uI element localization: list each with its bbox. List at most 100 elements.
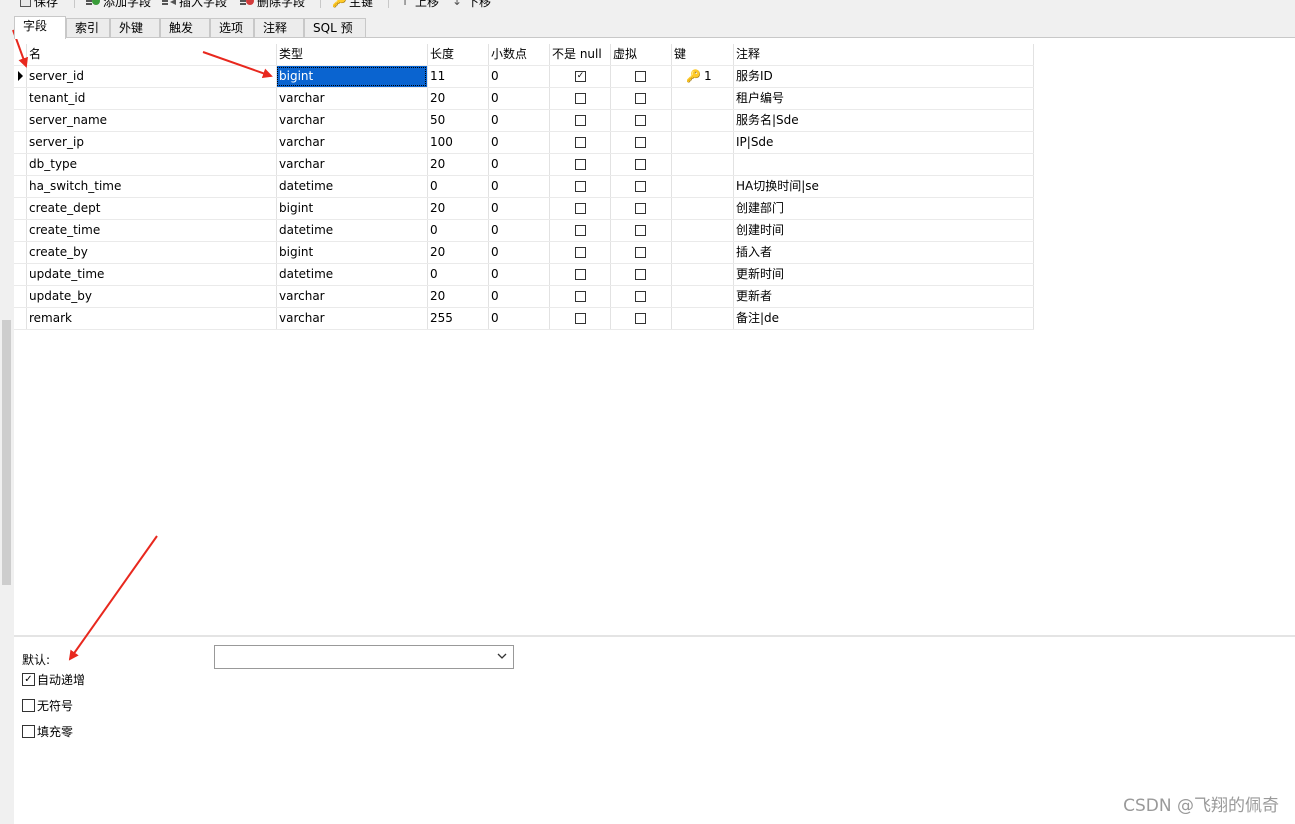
virtual-checkbox[interactable] (635, 291, 646, 302)
field-not-null-cell[interactable] (549, 88, 610, 109)
field-virtual-cell[interactable] (610, 198, 671, 219)
field-length-cell[interactable]: 0 (427, 176, 488, 197)
field-length-cell[interactable]: 20 (427, 88, 488, 109)
field-comment-cell[interactable]: 更新时间 (733, 264, 1034, 285)
field-length-cell[interactable]: 100 (427, 132, 488, 153)
field-virtual-cell[interactable] (610, 286, 671, 307)
field-decimals-cell[interactable]: 0 (488, 154, 549, 175)
field-type-cell[interactable]: datetime (276, 220, 427, 241)
virtual-checkbox[interactable] (635, 313, 646, 324)
tab-sql-preview[interactable]: SQL 预览 (304, 18, 366, 54)
field-not-null-cell[interactable] (549, 198, 610, 219)
field-key-cell[interactable]: 🔑 1 (671, 66, 733, 87)
panel-splitter[interactable] (14, 635, 1295, 637)
table-row[interactable]: db_type varchar 20 0 (14, 154, 1034, 176)
field-name-cell[interactable]: server_name (26, 110, 276, 131)
field-length-cell[interactable]: 20 (427, 286, 488, 307)
primary-key-button[interactable]: 🔑 主键 (332, 0, 373, 10)
field-length-cell[interactable]: 20 (427, 154, 488, 175)
field-type-cell[interactable]: datetime (276, 176, 427, 197)
field-name-cell[interactable]: remark (26, 308, 276, 329)
field-comment-cell[interactable]: HA切换时间|se (733, 176, 1034, 197)
not-null-checkbox[interactable] (575, 137, 586, 148)
column-header-type[interactable]: 类型 (276, 44, 427, 65)
field-decimals-cell[interactable]: 0 (488, 132, 549, 153)
field-decimals-cell[interactable]: 0 (488, 198, 549, 219)
column-header-name[interactable]: 名 (26, 44, 276, 65)
field-length-cell[interactable]: 0 (427, 220, 488, 241)
field-name-cell[interactable]: create_by (26, 242, 276, 263)
not-null-checkbox[interactable] (575, 181, 586, 192)
field-key-cell[interactable] (671, 308, 733, 329)
field-comment-cell[interactable]: 插入者 (733, 242, 1034, 263)
field-not-null-cell[interactable] (549, 264, 610, 285)
not-null-checkbox[interactable] (575, 93, 586, 104)
move-up-button[interactable]: ↑ 上移 (400, 0, 439, 10)
field-not-null-cell[interactable] (549, 110, 610, 131)
column-header-not-null[interactable]: 不是 null (549, 44, 610, 65)
field-not-null-cell[interactable]: ✓ (549, 66, 610, 87)
virtual-checkbox[interactable] (635, 269, 646, 280)
add-field-button[interactable]: 添加字段 (86, 0, 151, 10)
tab-fields[interactable]: 字段 (14, 16, 66, 39)
field-decimals-cell[interactable]: 0 (488, 242, 549, 263)
field-key-cell[interactable] (671, 242, 733, 263)
move-down-button[interactable]: ↓ 下移 (452, 0, 491, 10)
field-key-cell[interactable] (671, 132, 733, 153)
auto-increment-checkbox[interactable]: ✓ 自动递增 (22, 671, 85, 687)
field-comment-cell[interactable]: 备注|de (733, 308, 1034, 329)
field-name-cell[interactable]: create_dept (26, 198, 276, 219)
delete-field-button[interactable]: 删除字段 (240, 0, 305, 10)
field-virtual-cell[interactable] (610, 66, 671, 87)
scrollbar-thumb[interactable] (2, 320, 11, 585)
field-decimals-cell[interactable]: 0 (488, 66, 549, 87)
table-row[interactable]: remark varchar 255 0 备注|de (14, 308, 1034, 330)
field-key-cell[interactable] (671, 154, 733, 175)
virtual-checkbox[interactable] (635, 247, 646, 258)
field-key-cell[interactable] (671, 88, 733, 109)
insert-field-button[interactable]: 插入字段 (162, 0, 227, 10)
table-row[interactable]: server_ip varchar 100 0 IP|Sde (14, 132, 1034, 154)
field-type-cell[interactable]: bigint (276, 66, 427, 87)
field-key-cell[interactable] (671, 220, 733, 241)
field-length-cell[interactable]: 20 (427, 198, 488, 219)
tab-indexes[interactable]: 索引 (66, 18, 110, 38)
field-decimals-cell[interactable]: 0 (488, 176, 549, 197)
field-type-cell[interactable]: varchar (276, 132, 427, 153)
field-not-null-cell[interactable] (549, 220, 610, 241)
field-virtual-cell[interactable] (610, 154, 671, 175)
field-type-cell[interactable]: varchar (276, 308, 427, 329)
field-key-cell[interactable] (671, 110, 733, 131)
field-type-cell[interactable]: varchar (276, 286, 427, 307)
field-virtual-cell[interactable] (610, 264, 671, 285)
field-virtual-cell[interactable] (610, 220, 671, 241)
table-row[interactable]: update_time datetime 0 0 更新时间 (14, 264, 1034, 286)
field-virtual-cell[interactable] (610, 132, 671, 153)
field-key-cell[interactable] (671, 264, 733, 285)
field-virtual-cell[interactable] (610, 88, 671, 109)
not-null-checkbox[interactable]: ✓ (575, 71, 586, 82)
field-virtual-cell[interactable] (610, 176, 671, 197)
field-type-cell[interactable]: varchar (276, 88, 427, 109)
field-decimals-cell[interactable]: 0 (488, 264, 549, 285)
auto-increment-check[interactable]: ✓ (22, 672, 35, 686)
field-virtual-cell[interactable] (610, 110, 671, 131)
virtual-checkbox[interactable] (635, 159, 646, 170)
table-row[interactable]: server_id bigint 11 0 ✓ 🔑 1 服务ID (14, 66, 1034, 88)
table-row[interactable]: server_name varchar 50 0 服务名|Sde (14, 110, 1034, 132)
field-name-cell[interactable]: db_type (26, 154, 276, 175)
virtual-checkbox[interactable] (635, 93, 646, 104)
left-scrollbar[interactable] (0, 38, 12, 824)
virtual-checkbox[interactable] (635, 71, 646, 82)
field-decimals-cell[interactable]: 0 (488, 88, 549, 109)
field-name-cell[interactable]: tenant_id (26, 88, 276, 109)
table-row[interactable]: ha_switch_time datetime 0 0 HA切换时间|se (14, 176, 1034, 198)
zerofill-checkbox[interactable]: 填充零 (22, 723, 73, 739)
column-header-length[interactable]: 长度 (427, 44, 488, 65)
default-value-dropdown[interactable] (214, 645, 514, 669)
field-type-cell[interactable]: bigint (276, 242, 427, 263)
not-null-checkbox[interactable] (575, 313, 586, 324)
column-header-key[interactable]: 键 (671, 44, 733, 65)
unsigned-check[interactable] (22, 698, 35, 712)
tab-options[interactable]: 选项 (210, 18, 254, 38)
